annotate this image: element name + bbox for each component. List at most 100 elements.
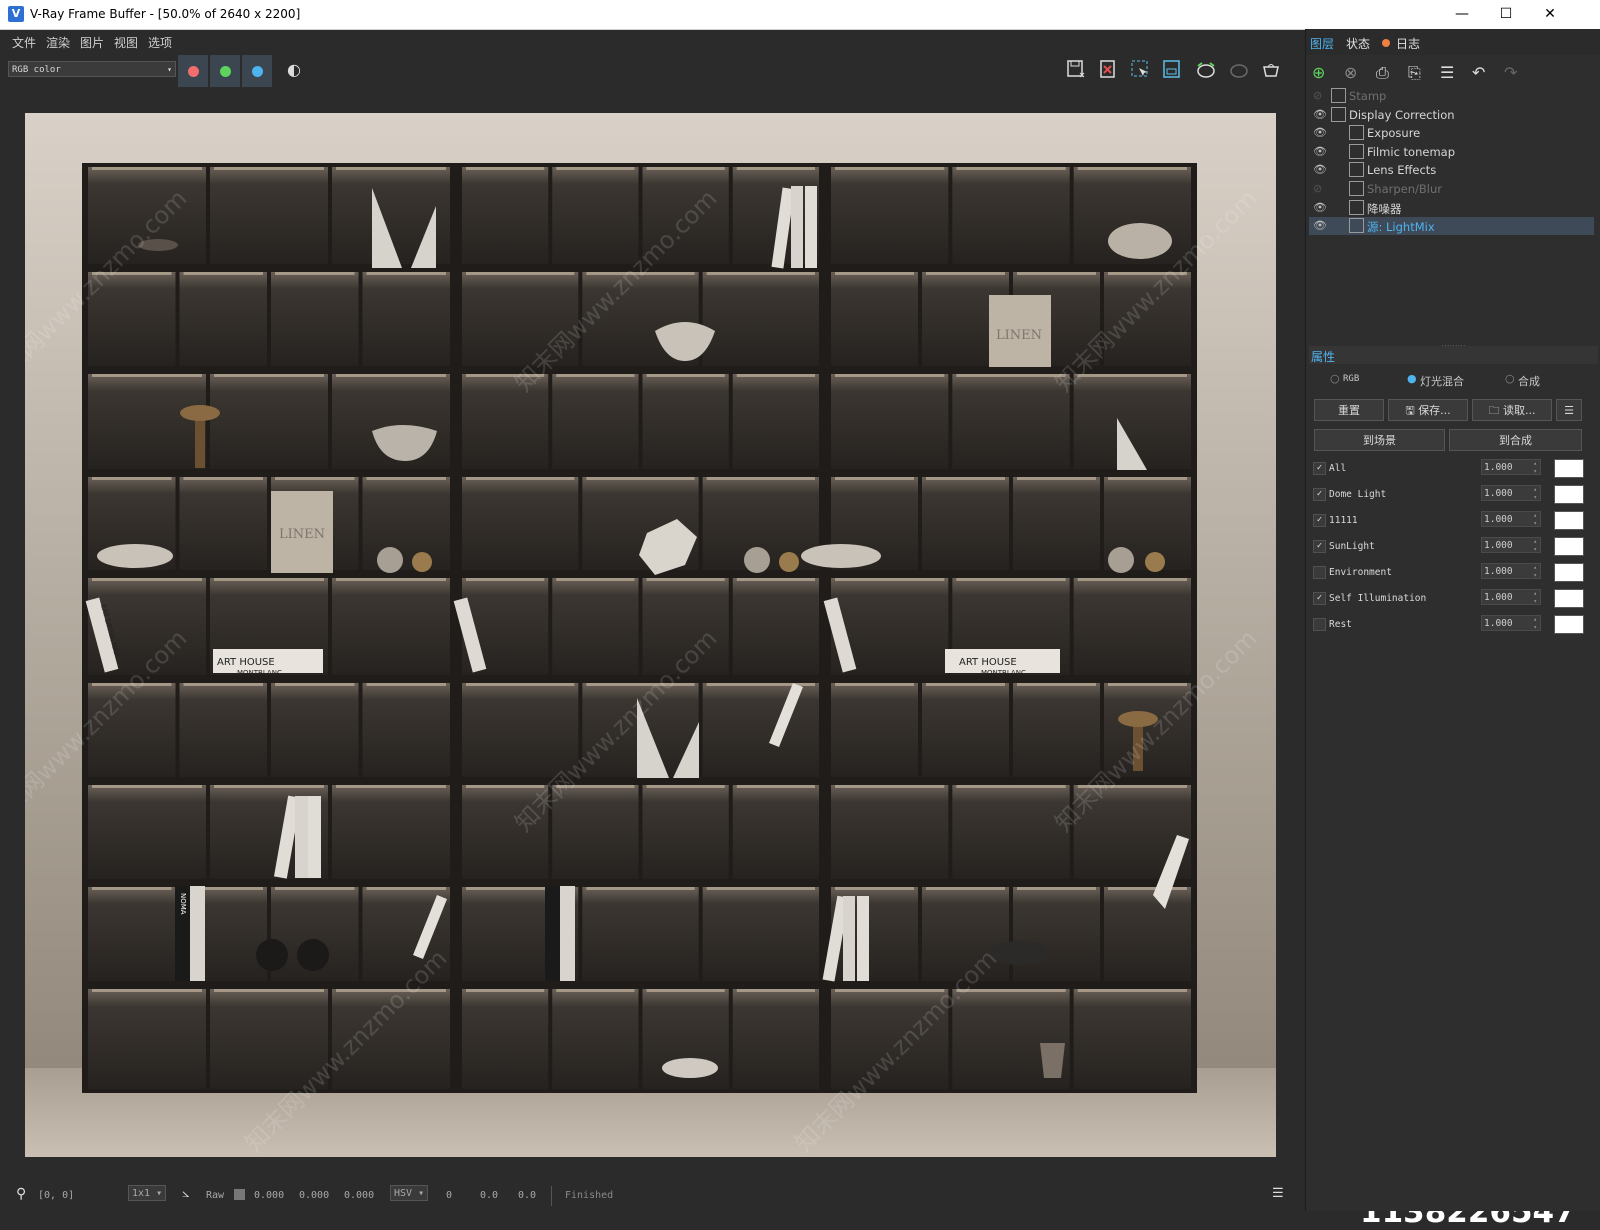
render-teapot-icon[interactable] [1259,58,1283,82]
visibility-eye-icon[interactable]: 👁 [1313,126,1327,139]
tab-log[interactable]: 日志 [1396,35,1420,52]
visibility-eye-icon[interactable]: 👁 [1313,201,1327,214]
shelf-cell [952,374,1070,469]
visibility-eye-icon[interactable]: ⊘ [1313,182,1327,195]
lightmix-intensity-spinner[interactable]: 1.000 ▴ ▾ [1481,485,1541,501]
history-icon[interactable]: ☰ [1272,1186,1284,1201]
lightmix-color-swatch[interactable] [1554,563,1584,582]
spinner-arrows-icon[interactable]: ▴ ▾ [1533,564,1537,580]
visibility-eye-icon[interactable]: 👁 [1313,145,1327,158]
lightmix-enable-checkbox[interactable] [1313,566,1326,579]
lightmix-color-swatch[interactable] [1554,589,1584,608]
mode-composite-radio[interactable]: ○ [1505,372,1515,385]
spinner-arrows-icon[interactable]: ▴ ▾ [1533,616,1537,632]
layer-row[interactable]: 👁 Exposure [1309,124,1594,142]
shelf-cell [642,785,729,879]
layer-row[interactable]: 👁 Filmic tonemap [1309,143,1594,161]
spinner-arrows-icon[interactable]: ▴ ▾ [1533,538,1537,554]
lightmix-intensity-spinner[interactable]: 1.000 ▴ ▾ [1481,615,1541,631]
delete-layer-icon[interactable]: ⊗ [1344,63,1357,82]
red-channel-toggle[interactable] [178,55,208,87]
close-button[interactable]: ✕ [1528,0,1572,29]
alpha-channel-icon[interactable]: ◐ [282,58,306,82]
spinner-arrows-icon[interactable]: ▴ ▾ [1533,590,1537,606]
blue-channel-toggle[interactable] [242,55,272,87]
lightmix-color-swatch[interactable] [1554,511,1584,530]
reset-button[interactable]: 重置 [1314,399,1384,421]
tab-stats[interactable]: 状态 [1346,35,1370,52]
layer-name: Display Correction [1349,107,1455,122]
redo-icon[interactable]: ↷ [1504,63,1517,82]
curve-icon[interactable]: ⦣ [182,1186,189,1201]
color-mode-select[interactable]: HSV ▾ [390,1185,428,1201]
lightmix-intensity-spinner[interactable]: 1.000 ▴ ▾ [1481,589,1541,605]
shelf-cell [831,683,918,777]
clear-image-icon[interactable] [1096,58,1120,82]
preset-menu-button[interactable]: ☰ [1556,399,1582,421]
channel-select[interactable]: RGB color ▾ [8,61,176,77]
layer-row[interactable]: ⊘ Sharpen/Blur [1309,180,1594,198]
spinner-arrows-icon[interactable]: ▴ ▾ [1533,460,1537,476]
layer-row[interactable]: 👁 降噪器 [1309,199,1594,217]
maximize-button[interactable]: ☐ [1484,0,1528,29]
lightmix-enable-checkbox[interactable]: ✓ [1313,592,1326,605]
menu-view[interactable]: 视图 [114,34,138,51]
add-layer-icon[interactable]: ⊕ [1312,63,1325,82]
visibility-eye-icon[interactable]: 👁 [1313,108,1327,121]
menu-options[interactable]: 选项 [148,34,172,51]
lightmix-intensity-spinner[interactable]: 1.000 ▴ ▾ [1481,537,1541,553]
lightmix-intensity-spinner[interactable]: 1.000 ▴ ▾ [1481,511,1541,527]
lightmix-color-swatch[interactable] [1554,615,1584,634]
shelf-light-strip [646,374,725,377]
undo-icon[interactable]: ↶ [1472,63,1485,82]
save-image-icon[interactable] [1064,58,1088,82]
load-layers-icon[interactable]: ⎘ [1408,63,1421,83]
stop-render-icon[interactable] [1227,58,1251,82]
save-preset-button[interactable]: 🖫 保存... [1388,399,1468,421]
lightmix-enable-checkbox[interactable]: ✓ [1313,514,1326,527]
lightmix-enable-checkbox[interactable]: ✓ [1313,462,1326,475]
pin-icon[interactable]: ⚲ [16,1186,26,1202]
green-channel-toggle[interactable] [210,55,240,87]
shelf-cell [88,785,206,879]
layer-row[interactable]: 👁 源: LightMix [1309,217,1594,236]
lightmix-color-swatch[interactable] [1554,459,1584,478]
mode-rgb-radio[interactable]: ○ [1330,372,1340,385]
save-layers-icon[interactable]: ⎙ [1376,63,1389,83]
visibility-eye-icon[interactable]: 👁 [1313,163,1327,176]
to-scene-button[interactable]: 到场景 [1314,429,1445,451]
tab-layers[interactable]: 图层 [1310,35,1334,52]
lightmix-enable-checkbox[interactable]: ✓ [1313,540,1326,553]
interactive-render-icon[interactable] [1194,58,1218,82]
lightmix-enable-checkbox[interactable]: ✓ [1313,488,1326,501]
layer-type-icon [1331,88,1346,103]
menu-render[interactable]: 渲染 [46,34,70,51]
to-composite-button[interactable]: 到合成 [1449,429,1582,451]
load-preset-button[interactable]: 🗀 读取... [1472,399,1552,421]
spinner-arrows-icon[interactable]: ▴ ▾ [1533,512,1537,528]
region-icon[interactable] [1160,58,1184,82]
shelf-cell [1073,989,1191,1089]
menu-file[interactable]: 文件 [12,34,36,51]
lightmix-color-swatch[interactable] [1554,537,1584,556]
visibility-eye-icon[interactable]: ⊘ [1313,89,1327,102]
lightmix-enable-checkbox[interactable] [1313,618,1326,631]
region-render-icon[interactable] [1128,58,1152,82]
layer-list-icon[interactable]: ☰ [1440,63,1454,82]
visibility-eye-icon[interactable]: 👁 [1313,219,1327,232]
zoom-select[interactable]: 1x1 ▾ [128,1185,166,1201]
minimize-button[interactable]: — [1440,0,1484,29]
lightmix-intensity-spinner[interactable]: 1.000 ▴ ▾ [1481,563,1541,579]
mode-lightmix-radio[interactable]: ● [1407,372,1417,385]
menu-image[interactable]: 图片 [80,34,104,51]
layer-row[interactable]: 👁 Display Correction [1309,106,1594,124]
panel-tabs: 图层 状态 日志 [1306,29,1600,55]
layer-row[interactable]: 👁 Lens Effects [1309,161,1594,179]
shelf-light-strip [183,683,263,686]
color-swatch [234,1189,245,1200]
shelf-cell [732,374,819,469]
lightmix-color-swatch[interactable] [1554,485,1584,504]
spinner-arrows-icon[interactable]: ▴ ▾ [1533,486,1537,502]
lightmix-intensity-spinner[interactable]: 1.000 ▴ ▾ [1481,459,1541,475]
layer-row[interactable]: ⊘ Stamp [1309,87,1594,105]
